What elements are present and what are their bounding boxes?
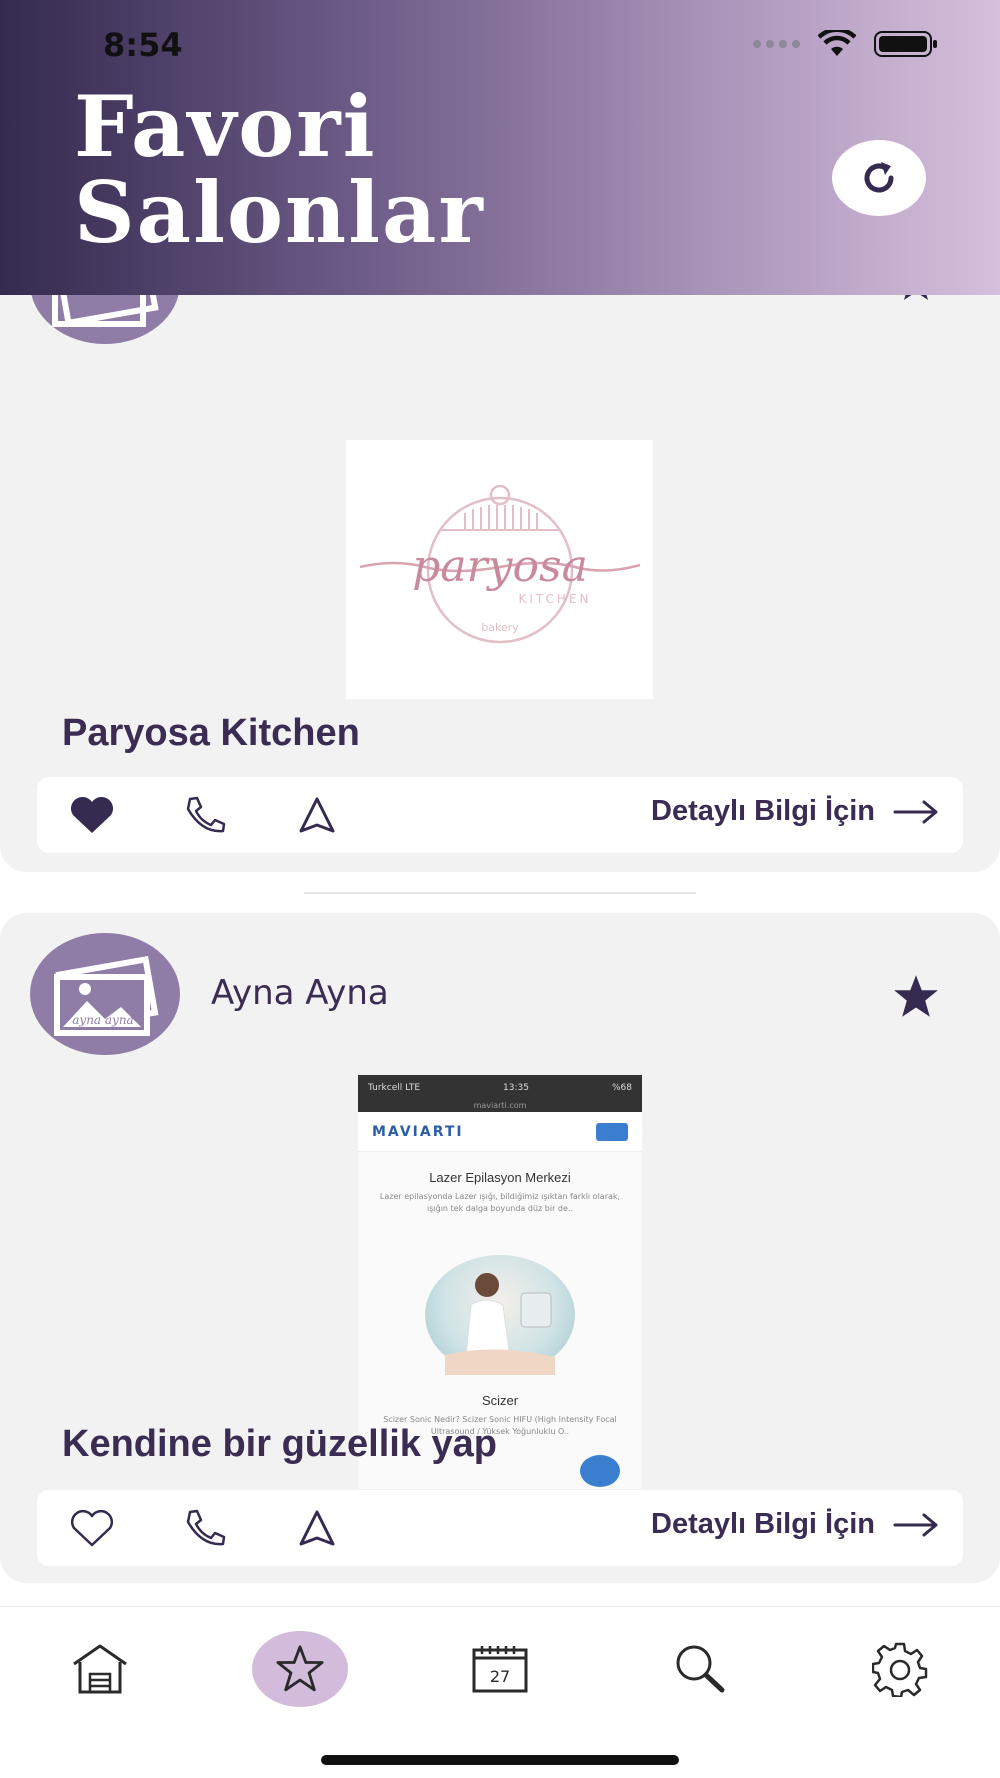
call-button[interactable] xyxy=(180,793,230,837)
calendar-icon: 27 xyxy=(472,1646,528,1693)
mock-url: maviarti.com xyxy=(358,1101,642,1112)
home-icon xyxy=(73,1644,127,1694)
mock-battery: %68 xyxy=(611,1083,632,1093)
phone-icon xyxy=(186,1509,226,1546)
salon-avatar: ayna ayna xyxy=(30,933,180,1055)
mock-heading-1: Lazer Epilasyon Merkezi xyxy=(429,1170,571,1185)
mock-photo xyxy=(425,1255,575,1375)
details-link[interactable]: Detaylı Bilgi İçin xyxy=(651,795,939,828)
mock-time: 13:35 xyxy=(503,1083,529,1093)
salon-action-bar: Detaylı Bilgi İçin xyxy=(37,777,963,853)
nav-search[interactable] xyxy=(652,1631,748,1707)
salon-card[interactable]: paryosa KITCHEN bakery Paryosa Kitchen D… xyxy=(0,200,1000,872)
image-placeholder-icon: ayna ayna xyxy=(54,955,159,1036)
battery-icon xyxy=(874,31,937,57)
salon-title: Kendine bir güzellik yap xyxy=(62,1423,497,1465)
page-title-line1: Favori xyxy=(74,77,377,176)
card-divider xyxy=(304,892,696,894)
mock-status-bar: Turkcell LTE 13:35 %68 xyxy=(358,1075,642,1101)
mock-carrier: Turkcell LTE xyxy=(368,1083,421,1093)
salon-title: Paryosa Kitchen xyxy=(62,712,360,754)
mock-text-1: Lazer epilasyonda Lazer ışığı, bildiğimi… xyxy=(379,1192,621,1213)
arrow-right-icon xyxy=(893,1513,938,1536)
favorite-button[interactable] xyxy=(67,793,117,837)
signal-icon xyxy=(753,40,800,48)
directions-button[interactable] xyxy=(292,793,342,837)
salon-card[interactable]: ayna ayna Ayna Ayna Turkcell LTE 13:35 %… xyxy=(0,913,1000,1583)
home-indicator xyxy=(321,1755,679,1765)
avatar-text: ayna ayna xyxy=(72,1013,133,1027)
nav-favorites[interactable] xyxy=(252,1631,348,1707)
bottom-nav: 27 xyxy=(0,1606,1000,1778)
page-title: Favori Salonlar xyxy=(74,84,674,256)
status-time: 8:54 xyxy=(103,26,183,64)
details-label: Detaylı Bilgi İçin xyxy=(651,1508,875,1540)
refresh-button[interactable] xyxy=(832,140,926,216)
status-icons xyxy=(753,30,938,58)
wifi-icon xyxy=(818,30,856,56)
settings-icon xyxy=(872,1642,928,1697)
calendar-day: 27 xyxy=(490,1667,510,1686)
paryosa-logo: paryosa KITCHEN bakery xyxy=(359,484,640,643)
mock-menu-icon xyxy=(596,1122,628,1141)
navigation-icon xyxy=(299,1510,335,1546)
paryosa-logo-sub1: KITCHEN xyxy=(518,592,591,606)
salon-cover-image[interactable]: paryosa KITCHEN bakery xyxy=(346,440,653,699)
salon-name: Ayna Ayna xyxy=(211,973,389,1013)
search-icon xyxy=(676,1645,725,1693)
nav-appointments[interactable]: 27 xyxy=(452,1631,548,1707)
phone-icon xyxy=(186,796,226,833)
arrow-right-icon xyxy=(893,800,938,823)
navigation-icon xyxy=(299,797,335,833)
app-header: 8:54 Favori Salonlar xyxy=(0,0,1000,295)
paryosa-logo-sub2: bakery xyxy=(481,621,519,634)
star-icon[interactable] xyxy=(891,973,941,1019)
directions-button[interactable] xyxy=(292,1506,342,1550)
mock-nav: MAVIARTI xyxy=(358,1112,642,1152)
refresh-icon xyxy=(864,162,894,193)
details-link[interactable]: Detaylı Bilgi İçin xyxy=(651,1508,939,1541)
nav-settings[interactable] xyxy=(852,1631,948,1707)
mock-scroll-top-button xyxy=(580,1455,620,1487)
paryosa-logo-text: paryosa xyxy=(412,541,588,592)
favorite-button[interactable] xyxy=(67,1506,117,1550)
call-button[interactable] xyxy=(180,1506,230,1550)
nav-home[interactable] xyxy=(52,1631,148,1707)
details-label: Detaylı Bilgi İçin xyxy=(651,795,875,827)
mock-heading-2: Scizer xyxy=(481,1393,519,1408)
page-title-line2: Salonlar xyxy=(74,163,485,262)
star-icon xyxy=(276,1645,324,1692)
heart-outline-icon xyxy=(70,1509,114,1547)
mock-brand: MAVIARTI xyxy=(372,1123,464,1140)
salon-action-bar: Detaylı Bilgi İçin xyxy=(37,1490,963,1566)
heart-filled-icon xyxy=(70,796,114,833)
